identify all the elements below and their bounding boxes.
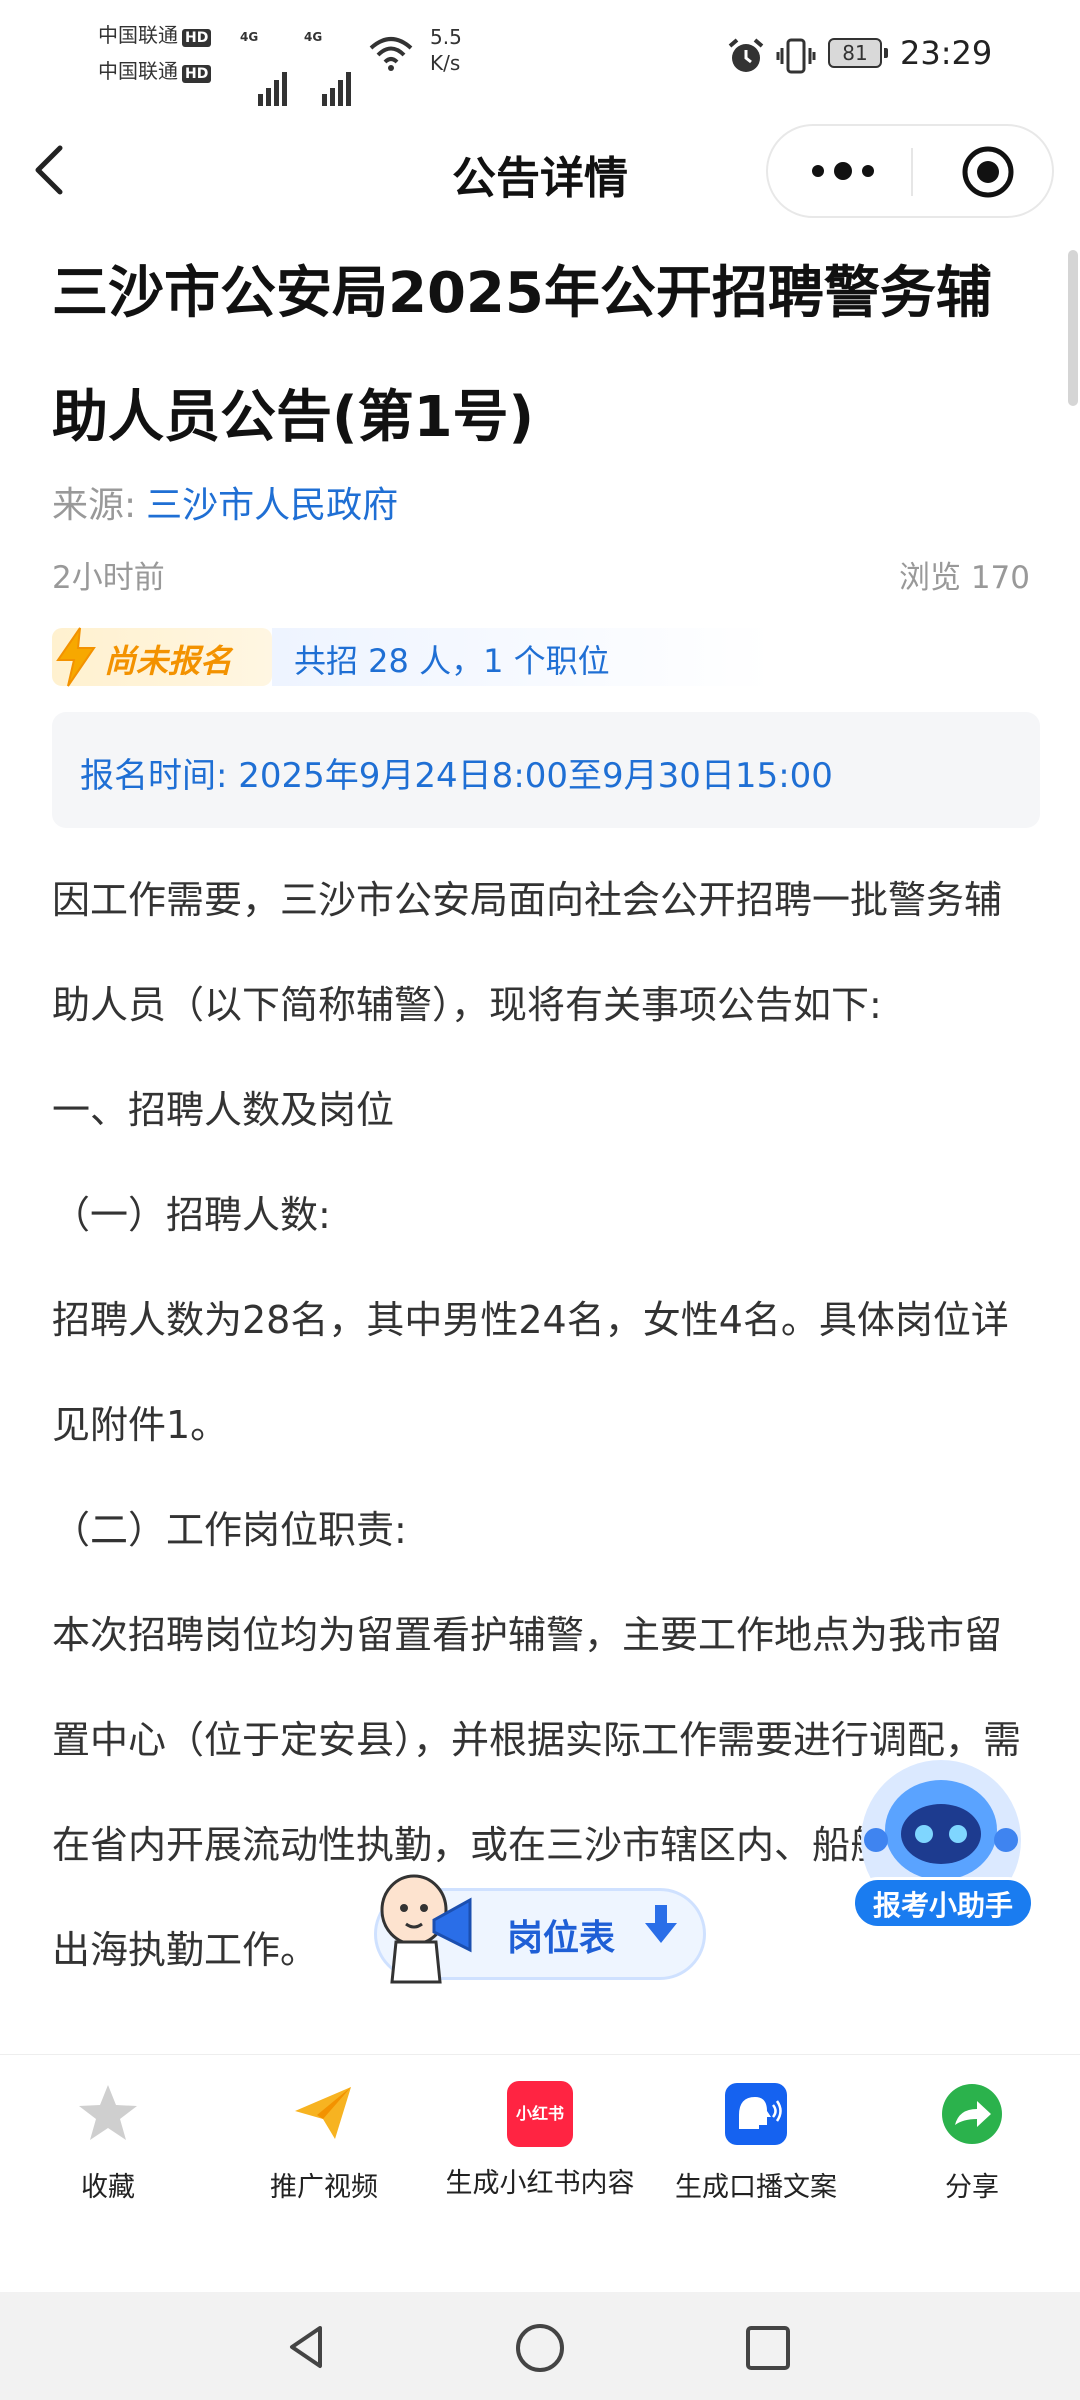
alarm-icon (728, 38, 764, 72)
mascot-megaphone-icon (380, 1874, 472, 1984)
capsule-divider (911, 148, 913, 196)
paper-plane-icon (295, 2087, 351, 2139)
network-type: 4G (304, 30, 323, 44)
action-label: 收藏 (81, 2172, 135, 2203)
action-label: 推广视频 (270, 2172, 378, 2203)
clock: 23:29 (900, 34, 993, 72)
mini-program-capsule (766, 124, 1054, 218)
job-table-label: 岗位表 (507, 1918, 616, 1959)
paragraph: 因工作需要，三沙市公安局面向社会公开招聘一批警务辅助人员（以下简称辅警），现将有… (52, 878, 1003, 1027)
carrier-2: 中国联通 HD (98, 58, 212, 84)
vibrate-icon (776, 38, 816, 74)
nav-recents-square-icon[interactable] (744, 2324, 792, 2372)
carrier-name: 中国联通 (98, 23, 178, 47)
carrier-name: 中国联通 (98, 59, 178, 83)
share-button[interactable]: 分享 (864, 2081, 1080, 2204)
hd-badge: HD (182, 29, 212, 47)
article-meta: 2小时前 浏览 170 (52, 552, 1030, 597)
source-label: 来源: (52, 485, 137, 526)
xiaohongshu-button[interactable]: 小红书 生成小红书内容 (432, 2081, 648, 2200)
speed-value: 5.5 (430, 25, 462, 49)
arrow-down-icon (645, 1905, 677, 1943)
status-badge: 尚未报名 (52, 627, 272, 687)
lightning-icon (56, 627, 96, 687)
paragraph: （二）工作岗位职责: (52, 1508, 407, 1552)
nav-back-triangle-icon[interactable] (282, 2322, 332, 2372)
system-nav-bar (0, 2292, 1080, 2400)
speed-unit: K/s (430, 51, 461, 75)
scrollbar[interactable] (1068, 250, 1078, 406)
favorite-button[interactable]: 收藏 (0, 2081, 216, 2204)
network-type: 4G (240, 30, 259, 44)
star-icon (79, 2085, 137, 2140)
wifi-icon (369, 37, 413, 71)
registration-time-box: 报名时间: 2025年9月24日8:00至9月30日15:00 (52, 712, 1040, 828)
paragraph: （一）招聘人数: (52, 1193, 331, 1237)
action-label: 生成小红书内容 (445, 2168, 635, 2199)
target-icon[interactable] (960, 144, 1016, 200)
nav-home-circle-icon[interactable] (514, 2322, 566, 2374)
bottom-action-bar: 收藏 推广视频 小红书 生成小红书内容 生成口播文案 分享 (0, 2054, 1080, 2293)
quota-text: 共招 28 人，1 个职位 (294, 642, 610, 680)
action-label: 生成口播文案 (675, 2172, 837, 2203)
registration-status: 尚未报名 (104, 642, 233, 680)
promo-video-button[interactable]: 推广视频 (216, 2081, 432, 2204)
network-speed: 5.5 K/s (430, 24, 462, 76)
status-bar: 中国联通 HD 中国联通 HD 4G 4G 5.5 K/s 81 23:29 (0, 0, 1080, 110)
paragraph: 一、招聘人数及岗位 (52, 1088, 395, 1132)
publish-time: 2小时前 (52, 560, 165, 596)
registration-time: 报名时间: 2025年9月24日8:00至9月30日15:00 (80, 756, 833, 796)
carrier-1: 中国联通 HD (98, 22, 212, 48)
battery-indicator: 81 (828, 38, 888, 68)
action-label: 分享 (945, 2172, 999, 2203)
source-link[interactable]: 三沙市人民政府 (146, 485, 398, 526)
paragraph: 招聘人数为28名，其中男性24名，女性4名。具体岗位详见附件1。 (52, 1298, 1009, 1447)
share-arrow-icon (942, 2084, 1002, 2144)
speaking-head-icon (725, 2083, 787, 2145)
quota-info: 共招 28 人，1 个职位 (272, 628, 772, 686)
more-dots-icon[interactable] (808, 156, 878, 186)
voice-script-button[interactable]: 生成口播文案 (648, 2081, 864, 2204)
view-count: 浏览 170 (898, 560, 1030, 596)
xiaohongshu-icon: 小红书 (507, 2081, 573, 2147)
assistant-label[interactable]: 报考小助手 (852, 1877, 1034, 1929)
article-source: 来源: 三沙市人民政府 (52, 476, 398, 528)
hd-badge: HD (182, 65, 212, 83)
article-title: 三沙市公安局2025年公开招聘警务辅助人员公告(第1号) (52, 261, 992, 450)
